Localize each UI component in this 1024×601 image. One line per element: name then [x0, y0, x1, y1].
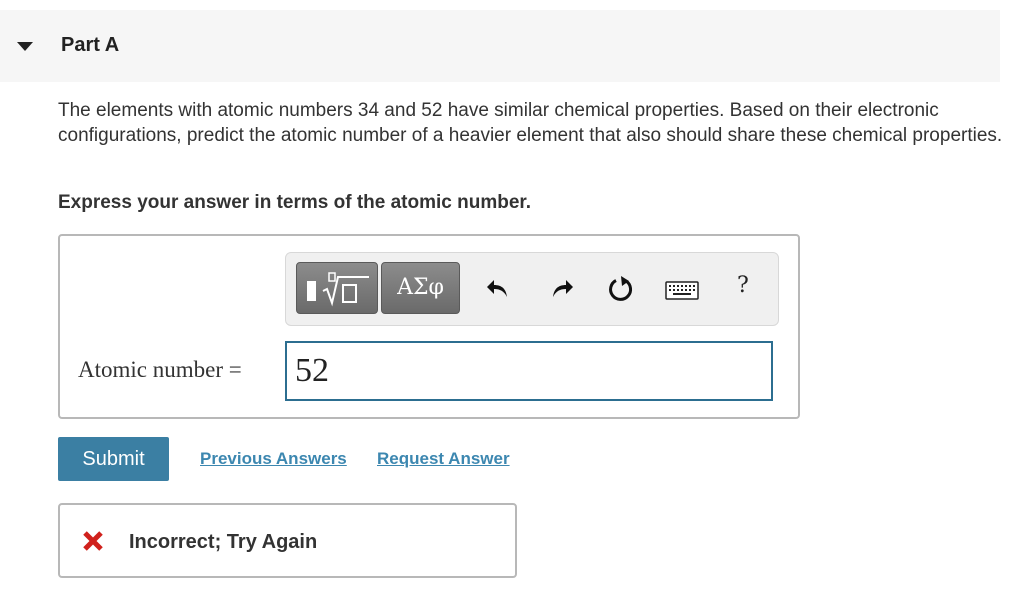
- redo-icon[interactable]: [549, 277, 575, 301]
- keyboard-icon[interactable]: [665, 281, 699, 301]
- question-text: The elements with atomic numbers 34 and …: [58, 100, 1003, 146]
- math-toolbar: ΑΣφ ?: [285, 252, 779, 326]
- part-header: Part A: [0, 10, 1000, 82]
- answer-box: ΑΣφ ? Atomic number = 52: [58, 234, 800, 419]
- collapse-caret-icon[interactable]: [17, 42, 33, 51]
- help-button[interactable]: ?: [737, 273, 749, 298]
- templates-button[interactable]: [296, 262, 378, 314]
- reset-icon[interactable]: [607, 275, 635, 303]
- request-answer-link[interactable]: Request Answer: [377, 449, 510, 469]
- question-instruction: Express your answer in terms of the atom…: [58, 192, 532, 213]
- previous-answers-link[interactable]: Previous Answers: [200, 449, 347, 469]
- symbols-button[interactable]: ΑΣφ: [381, 262, 460, 314]
- answer-input[interactable]: 52: [285, 341, 773, 401]
- x-icon: [83, 531, 103, 551]
- submit-button[interactable]: Submit: [58, 437, 169, 481]
- feedback-box: Incorrect; Try Again: [58, 503, 517, 578]
- templates-icon: [307, 272, 369, 307]
- answer-label: Atomic number =: [78, 357, 242, 382]
- symbols-label: ΑΣφ: [397, 275, 444, 300]
- undo-icon[interactable]: [485, 277, 511, 301]
- feedback-text: Incorrect; Try Again: [129, 531, 318, 553]
- part-title: Part A: [61, 34, 120, 56]
